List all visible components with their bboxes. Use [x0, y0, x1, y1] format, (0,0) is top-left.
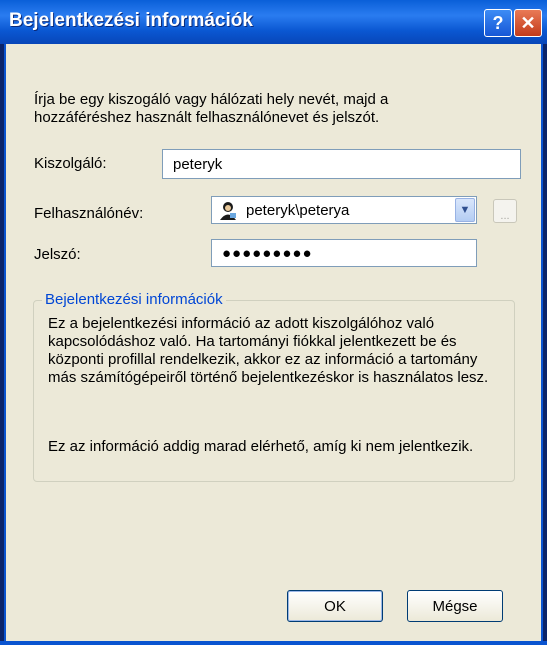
password-input[interactable]: ●●●●●●●●● — [211, 239, 477, 267]
username-value: peteryk\peterya — [246, 201, 350, 219]
dialog-body: Írja be egy kiszogáló vagy hálózati hely… — [4, 44, 543, 641]
username-combobox[interactable]: peteryk\peterya ▼ — [211, 196, 477, 224]
intro-text: Írja be egy kiszogáló vagy hálózati hely… — [34, 91, 389, 126]
ok-button[interactable]: OK — [287, 590, 383, 622]
browse-button[interactable]: ... — [493, 199, 517, 223]
group-paragraph-2: Ez az információ addig marad elérhető, a… — [48, 438, 474, 455]
server-input-value: peteryk — [173, 155, 223, 173]
chevron-down-icon[interactable]: ▼ — [455, 198, 475, 222]
help-icon: ? — [492, 12, 504, 33]
server-input[interactable]: peteryk — [162, 149, 521, 179]
browse-label: ... — [500, 210, 510, 222]
group-paragraph-1: Ez a bejelentkezési információ az adott … — [48, 315, 489, 386]
username-label: Felhasználónév: — [34, 205, 144, 222]
window-bottom-border — [0, 641, 547, 645]
dialog-window: Bejelentkezési információk ? ✕ Írja be e… — [0, 0, 547, 645]
password-label: Jelszó: — [34, 246, 81, 263]
server-label: Kiszolgáló: — [34, 155, 107, 172]
password-value: ●●●●●●●●● — [222, 244, 313, 262]
cancel-button[interactable]: Mégse — [407, 590, 503, 622]
window-title: Bejelentkezési információk — [9, 10, 253, 31]
cancel-label: Mégse — [432, 597, 478, 615]
close-icon: ✕ — [520, 12, 536, 33]
user-icon — [220, 202, 236, 220]
title-bar[interactable]: Bejelentkezési információk ? ✕ — [0, 0, 547, 44]
group-title: Bejelentkezési információk — [42, 291, 226, 308]
close-button[interactable]: ✕ — [514, 9, 542, 37]
help-button[interactable]: ? — [484, 9, 512, 37]
ok-label: OK — [324, 597, 346, 615]
